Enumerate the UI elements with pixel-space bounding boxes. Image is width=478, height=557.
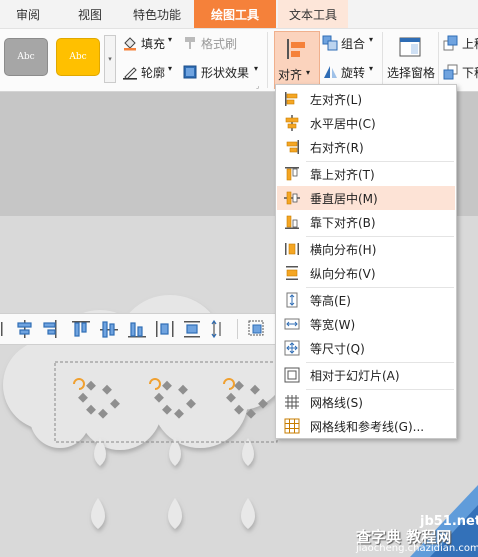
align-center-h-icon: [285, 115, 299, 131]
align-top-icon: [285, 167, 299, 181]
menu-item-relative-to-slide[interactable]: 相对于幻灯片(A): [277, 363, 455, 387]
menu-item-same-height[interactable]: 等高(E): [277, 288, 455, 312]
menu-item-distribute-vertical[interactable]: 纵向分布(V): [277, 261, 455, 285]
fill-bucket-icon: [124, 37, 136, 51]
gridlines-icon: [285, 395, 299, 409]
align-icon: [287, 39, 305, 59]
menu-item-center-horizontal[interactable]: 水平居中(C): [277, 111, 455, 135]
toolbar-align-bottom-icon[interactable]: [128, 322, 146, 338]
selection-pane-label[interactable]: 选择窗格: [387, 64, 435, 81]
shape-style-orange[interactable]: Abc: [56, 38, 100, 76]
menu-item-label: 相对于幻灯片(A): [310, 369, 400, 383]
ribbon-tab-bar: 审阅 视图 特色功能 绘图工具 文本工具: [0, 0, 478, 29]
menu-item-label: 等高(E): [310, 294, 351, 308]
toolbar-relative-slide-icon[interactable]: [248, 320, 264, 336]
menu-item-label: 网格线和参考线(G)...: [310, 420, 425, 434]
outline-label[interactable]: 轮廓: [141, 64, 165, 81]
group-dropdown-arrow: ▾: [369, 35, 374, 44]
shape-effect-icon: [183, 65, 197, 79]
align-dropdown-menu: 左对齐(L) 水平居中(C) 右对齐(R) 靠上对齐(T) 垂直居中(M) 靠下…: [275, 84, 457, 439]
rotate-label[interactable]: 旋转: [341, 64, 365, 81]
fill-dropdown-arrow: ▾: [168, 35, 173, 44]
shape-effect-dropdown-arrow: ▾: [254, 64, 259, 73]
grid-guides-icon: [284, 418, 300, 434]
shape-style-gray[interactable]: Abc: [4, 38, 48, 76]
menu-item-label: 左对齐(L): [310, 93, 363, 107]
menu-item-gridlines[interactable]: 网格线(S): [277, 390, 455, 414]
menu-item-distribute-horizontal[interactable]: 横向分布(H): [277, 237, 455, 261]
menu-item-label: 横向分布(H): [310, 243, 377, 257]
relative-slide-icon: [284, 367, 300, 383]
watermark-url: jiaocheng.chazidian.com: [356, 543, 478, 554]
align-dropdown-arrow: ▾: [306, 68, 311, 77]
send-backward-icon: [443, 64, 458, 80]
same-height-icon: [286, 292, 298, 308]
group-icon: [322, 35, 338, 51]
distribute-v-icon: [286, 266, 298, 280]
menu-item-label: 等宽(W): [310, 318, 356, 332]
toolbar-align-middle-icon[interactable]: [100, 321, 118, 338]
menu-item-align-top[interactable]: 靠上对齐(T): [277, 162, 455, 186]
ribbon-separator: [267, 32, 268, 88]
tab-review[interactable]: 审阅: [0, 0, 56, 28]
align-label: 对齐: [278, 68, 303, 82]
bring-forward-label[interactable]: 上移: [462, 35, 478, 52]
fill-label[interactable]: 填充: [141, 35, 165, 52]
format-painter-icon: [185, 37, 195, 49]
menu-item-label: 网格线(S): [310, 396, 363, 410]
rotate-dropdown-arrow: ▾: [369, 64, 374, 73]
menu-item-align-middle[interactable]: 垂直居中(M): [277, 186, 455, 210]
menu-item-label: 靠上对齐(T): [310, 168, 375, 182]
tab-drawing-tools[interactable]: 绘图工具: [194, 0, 276, 28]
ribbon-separator: [382, 32, 383, 88]
shape-effect-label[interactable]: 形状效果: [201, 64, 249, 81]
menu-item-grid-and-guides[interactable]: 网格线和参考线(G)...: [277, 414, 455, 438]
rotate-icon: [324, 66, 337, 78]
style-gallery-more-button[interactable]: ▾: [104, 35, 116, 83]
menu-item-label: 等尺寸(Q): [310, 342, 365, 356]
toolbar-align-left-icon[interactable]: [1, 322, 3, 336]
outline-dropdown-arrow: ▾: [168, 64, 173, 73]
same-width-icon: [284, 318, 300, 330]
toolbar-distribute-h-icon[interactable]: [156, 321, 174, 337]
toolbar-distribute-v-icon[interactable]: [184, 321, 200, 338]
tab-view[interactable]: 视图: [62, 0, 118, 28]
menu-item-label: 右对齐(R): [310, 141, 364, 155]
outline-pen-icon: [123, 67, 137, 80]
toolbar-same-size-icon[interactable]: [211, 319, 221, 339]
menu-item-label: 垂直居中(M): [310, 192, 378, 206]
format-painter-label[interactable]: 格式刷: [201, 35, 237, 52]
toolbar-align-right-icon[interactable]: [43, 320, 57, 338]
menu-item-align-right[interactable]: 右对齐(R): [277, 135, 455, 159]
align-bottom-icon: [285, 215, 299, 229]
toolbar-align-center-icon[interactable]: [17, 320, 32, 338]
selection-pane-icon: [399, 37, 421, 57]
menu-item-label: 纵向分布(V): [310, 267, 376, 281]
group-label[interactable]: 组合: [341, 35, 365, 52]
tab-text-tools[interactable]: 文本工具: [278, 0, 348, 28]
ribbon-separator: [438, 32, 439, 88]
align-right-icon: [286, 140, 299, 154]
align-button[interactable]: 对齐 ▾: [274, 31, 320, 89]
align-middle-icon: [284, 191, 300, 205]
menu-item-same-size[interactable]: 等尺寸(Q): [277, 336, 455, 360]
align-left-icon: [285, 92, 298, 106]
bring-forward-icon: [443, 35, 458, 51]
same-size-icon: [284, 340, 300, 356]
distribute-h-icon: [285, 243, 299, 255]
floating-align-toolbar: [0, 313, 276, 345]
menu-item-same-width[interactable]: 等宽(W): [277, 312, 455, 336]
dialog-launcher-icon[interactable]: ⌟: [256, 82, 259, 90]
send-backward-label[interactable]: 下移: [462, 64, 478, 81]
menu-item-align-bottom[interactable]: 靠下对齐(B): [277, 210, 455, 234]
ribbon-panel: Abc Abc ▾ 填充 ▾ 格式刷 轮廓 ▾ 形状效果 ▾ ⌟ 对齐 ▾ 组合…: [0, 29, 478, 92]
menu-item-label: 水平居中(C): [310, 117, 376, 131]
menu-item-label: 靠下对齐(B): [310, 216, 376, 230]
toolbar-align-top-icon[interactable]: [72, 321, 90, 337]
menu-item-align-left[interactable]: 左对齐(L): [277, 87, 455, 111]
tab-special-features[interactable]: 特色功能: [122, 0, 192, 28]
